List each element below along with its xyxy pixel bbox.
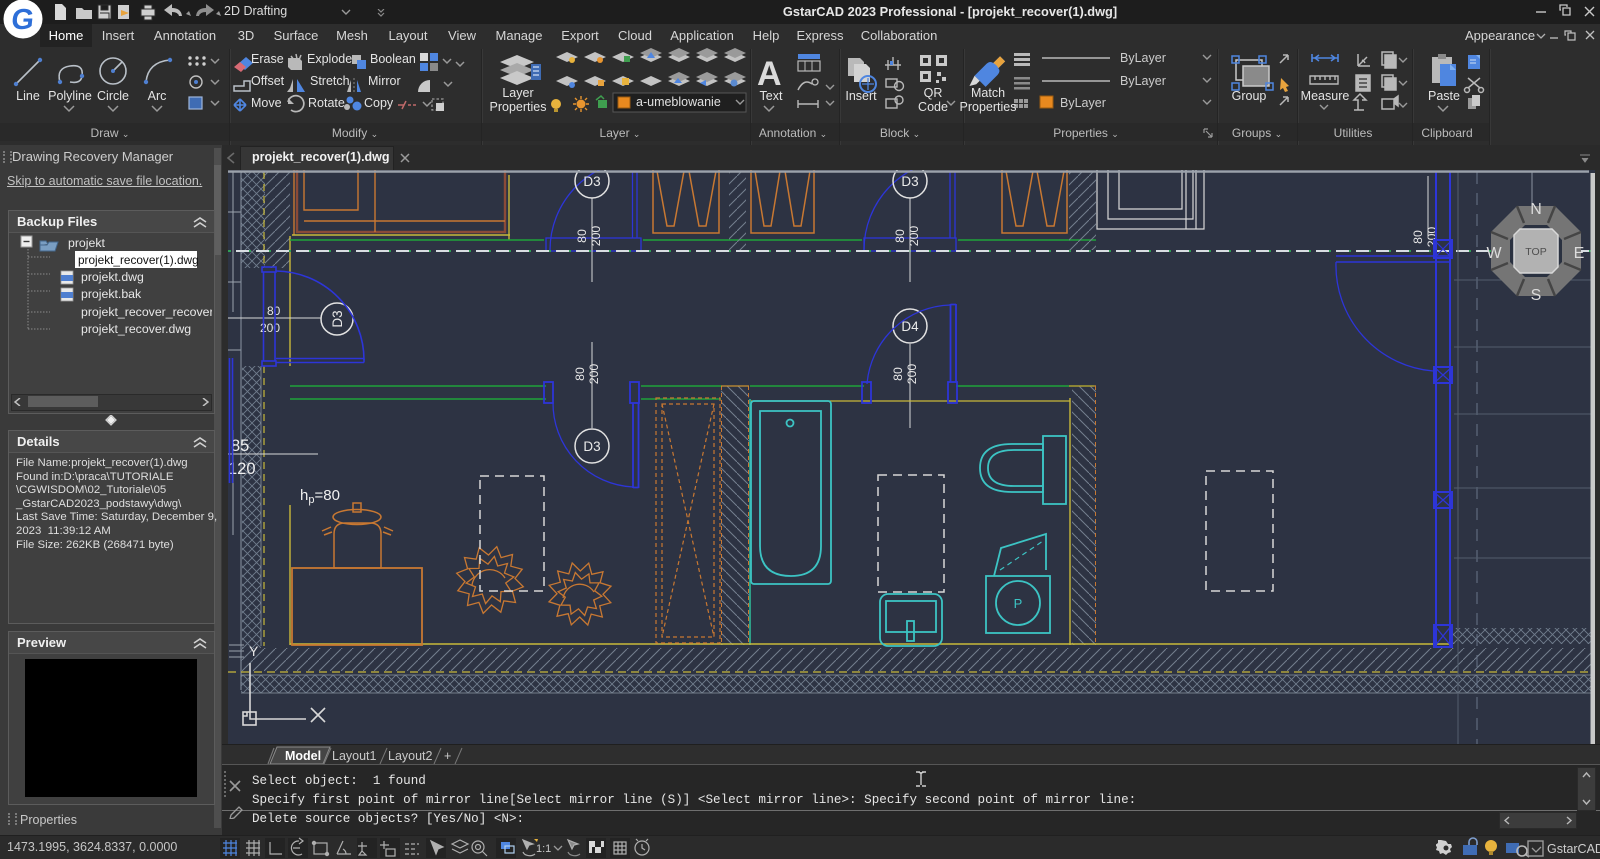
svg-text:projekt_recover.dwg: projekt_recover.dwg: [81, 322, 191, 336]
svg-text:D3: D3: [583, 174, 600, 189]
svg-text:Model: Model: [285, 749, 321, 763]
svg-text:80: 80: [893, 229, 907, 243]
svg-text:G: G: [10, 4, 36, 36]
svg-text:85: 85: [231, 437, 249, 455]
svg-text:projekt_recover(1).dwg: projekt_recover(1).dwg: [78, 253, 199, 267]
svg-text:D3: D3: [583, 439, 600, 454]
svg-text:W: W: [1486, 245, 1502, 262]
svg-text:projekt.bak: projekt.bak: [81, 287, 142, 301]
svg-text:+: +: [444, 749, 451, 763]
svg-text:200: 200: [907, 226, 921, 247]
svg-text:a-umeblowanie: a-umeblowanie: [636, 95, 721, 109]
svg-text:N: N: [1530, 201, 1542, 218]
svg-text:200: 200: [905, 364, 919, 385]
svg-text:1:1: 1:1: [536, 843, 551, 855]
svg-text:80: 80: [575, 229, 589, 243]
svg-text:GstarCAD: GstarCAD: [1547, 842, 1600, 856]
svg-text:hp=80: hp=80: [300, 487, 340, 506]
svg-text:S: S: [1531, 287, 1542, 304]
svg-text:E: E: [1574, 245, 1585, 262]
svg-text:200: 200: [587, 364, 601, 385]
svg-text:Layout1: Layout1: [332, 749, 377, 763]
svg-text:TOP: TOP: [1525, 246, 1546, 258]
svg-text:80: 80: [1411, 230, 1425, 244]
svg-text:P: P: [1014, 596, 1023, 611]
svg-text:D4: D4: [901, 319, 919, 334]
svg-text:80: 80: [573, 367, 587, 381]
svg-text:Layout2: Layout2: [388, 749, 433, 763]
svg-text:D3: D3: [901, 174, 918, 189]
svg-text:Y: Y: [249, 643, 259, 659]
svg-text:projekt.dwg: projekt.dwg: [81, 270, 144, 284]
svg-text:D3: D3: [330, 310, 345, 327]
svg-text:80: 80: [267, 304, 281, 318]
svg-text:projekt: projekt: [68, 236, 105, 250]
svg-text:200: 200: [589, 226, 603, 247]
svg-text:projekt_recover_recover.dwg: projekt_recover_recover.dwg: [81, 305, 212, 319]
svg-text:80: 80: [891, 367, 905, 381]
svg-text:A: A: [757, 55, 782, 93]
